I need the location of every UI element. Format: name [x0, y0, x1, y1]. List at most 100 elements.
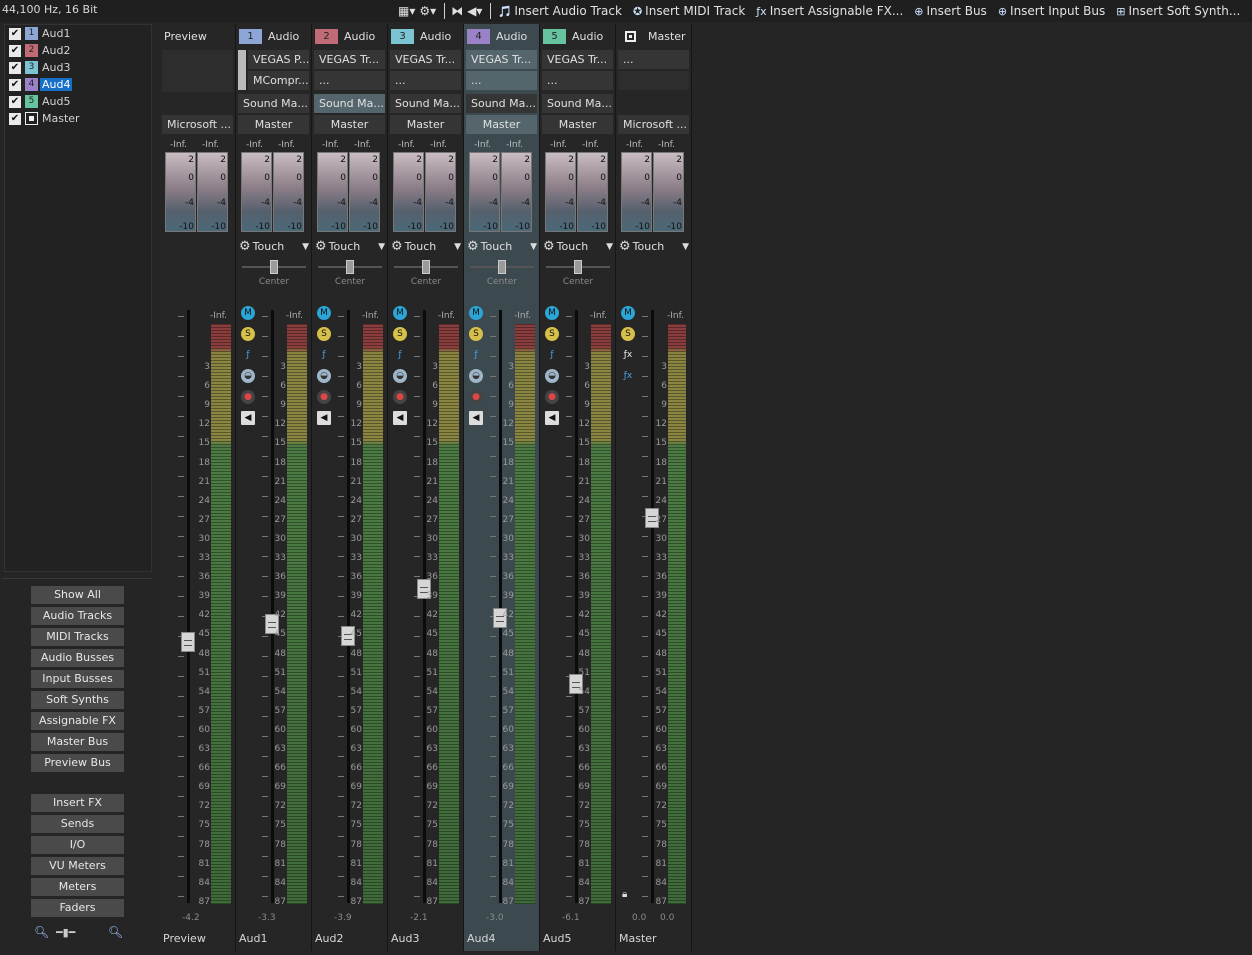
fx-bypass-icon[interactable]: ƒ	[317, 348, 331, 362]
pan-knob[interactable]	[498, 260, 506, 274]
track-list-item-aud5[interactable]: ✔ 5 Aud5	[5, 93, 151, 110]
zoom-control[interactable]: 🔍︎ ━▮━ 🔍︎	[34, 925, 126, 941]
pan-knob[interactable]	[574, 260, 582, 274]
view-button-faders[interactable]: Faders	[31, 899, 124, 917]
output-device-selector[interactable]: Master	[238, 115, 309, 134]
visibility-checkbox[interactable]: ✔	[9, 95, 21, 108]
toolbar-action-insert-soft-synth[interactable]: ⊞ Insert Soft Synth...	[1116, 4, 1240, 18]
pan-control[interactable]: Center	[242, 256, 306, 288]
show-button-input-busses[interactable]: Input Busses	[31, 670, 124, 688]
send-slot[interactable]: Sound Ma...	[542, 94, 613, 113]
fx-slot[interactable]: MCompr...	[248, 71, 309, 90]
pan-control[interactable]: Center	[318, 256, 382, 288]
output-device-selector[interactable]: Microsoft ...	[618, 115, 689, 134]
arm-record-icon[interactable]: ●	[545, 390, 559, 404]
channel-header[interactable]: Master	[618, 26, 690, 46]
automation-icon[interactable]: M	[317, 306, 331, 320]
automation-icon[interactable]: M	[393, 306, 407, 320]
mute-icon[interactable]: ◀	[393, 411, 407, 425]
automation-mode-selector[interactable]: ⚙ Touch ▼	[467, 236, 539, 256]
zoom-slider[interactable]: ━▮━	[56, 926, 75, 939]
channel-header[interactable]: 5 Audio	[542, 26, 614, 46]
toolbar-action-insert-midi-track[interactable]: ✪ Insert MIDI Track	[633, 4, 745, 18]
arm-record-icon[interactable]: ●	[317, 390, 331, 404]
output-device-selector[interactable]: Master	[466, 115, 537, 134]
fx-slot[interactable]: VEGAS Tr...	[466, 50, 537, 69]
automation-mode-selector[interactable]: ⚙ Touch ▼	[239, 236, 311, 256]
fx-slot-empty[interactable]	[618, 71, 689, 90]
pan-knob[interactable]	[422, 260, 430, 274]
mute-icon[interactable]: ◀	[469, 411, 483, 425]
automation-mode-selector[interactable]: ⚙ Touch ▼	[619, 236, 691, 256]
view-button-meters[interactable]: Meters	[31, 878, 124, 896]
phase-icon[interactable]: ◒	[393, 369, 407, 383]
output-device-selector[interactable]: Microsoft ...	[162, 115, 233, 134]
show-button-midi-tracks[interactable]: MIDI Tracks	[31, 628, 124, 646]
solo-icon[interactable]: S	[393, 327, 407, 341]
pan-control[interactable]: Center	[546, 256, 610, 288]
fx-slot-add[interactable]: ...	[390, 71, 461, 90]
show-button-soft-synths[interactable]: Soft Synths	[31, 691, 124, 709]
channel-header[interactable]: 4 Audio	[466, 26, 538, 46]
automation-icon[interactable]: M	[621, 306, 635, 320]
toolbar-action-insert-input-bus[interactable]: ⊕ Insert Input Bus	[998, 4, 1105, 18]
fx-chain-scrollbar[interactable]	[238, 50, 246, 90]
pan-control[interactable]: Center	[394, 256, 458, 288]
toolbar-action-insert-audio-track[interactable]: 🎵︎ Insert Audio Track	[497, 4, 622, 18]
automation-mode-selector[interactable]: ⚙ Touch ▼	[315, 236, 387, 256]
solo-icon[interactable]: S	[469, 327, 483, 341]
phase-icon[interactable]: ◒	[241, 369, 255, 383]
track-list-item-aud4[interactable]: ✔ 4 Aud4	[5, 76, 151, 93]
channel-header[interactable]: 1 Audio	[238, 26, 310, 46]
toolbar-action-insert-assignable-fx[interactable]: ƒx Insert Assignable FX...	[756, 4, 903, 18]
track-list-item-aud3[interactable]: ✔ 3 Aud3	[5, 59, 151, 76]
arm-record-icon[interactable]: ●	[393, 390, 407, 404]
arm-record-icon[interactable]: ●	[241, 390, 255, 404]
pan-control[interactable]: Center	[470, 256, 534, 288]
fx-slot[interactable]: VEGAS P...	[248, 50, 309, 69]
pan-knob[interactable]	[346, 260, 354, 274]
fx-slot[interactable]: VEGAS Tr...	[542, 50, 613, 69]
send-slot[interactable]: Sound Ma...	[238, 94, 309, 113]
fx-slot-empty[interactable]	[162, 50, 233, 92]
view-button-i-o[interactable]: I/O	[31, 836, 124, 854]
send-slot[interactable]: Sound Ma...	[466, 94, 537, 113]
arm-record-icon[interactable]: ●	[469, 390, 483, 404]
mute-icon[interactable]: ◀	[241, 411, 255, 425]
automation-mode-selector[interactable]: ⚙ Touch ▼	[543, 236, 615, 256]
solo-icon[interactable]: S	[241, 327, 255, 341]
track-list-item-aud2[interactable]: ✔ 2 Aud2	[5, 42, 151, 59]
automation-mode-selector[interactable]: ⚙ Touch ▼	[391, 236, 463, 256]
output-device-selector[interactable]: Master	[314, 115, 385, 134]
visibility-checkbox[interactable]: ✔	[9, 44, 21, 57]
solo-icon[interactable]: S	[621, 327, 635, 341]
gear-icon[interactable]: ⚙▾	[419, 4, 436, 18]
output-device-selector[interactable]: Master	[542, 115, 613, 134]
mute-icon[interactable]: ◀	[317, 411, 331, 425]
show-button-audio-tracks[interactable]: Audio Tracks	[31, 607, 124, 625]
dim-output-icon[interactable]: ◀▾	[467, 4, 482, 18]
mute-icon[interactable]: ◀	[545, 411, 559, 425]
view-button-sends[interactable]: Sends	[31, 815, 124, 833]
show-button-preview-bus[interactable]: Preview Bus	[31, 754, 124, 772]
visibility-checkbox[interactable]: ✔	[9, 61, 21, 74]
zoom-out-icon[interactable]: 🔍︎	[34, 925, 49, 939]
fx-slot-add[interactable]: ...	[542, 71, 613, 90]
phase-icon[interactable]: ◒	[545, 369, 559, 383]
automation-icon[interactable]: M	[241, 306, 255, 320]
send-slot[interactable]: Sound Ma...	[390, 94, 461, 113]
view-button-insert-fx[interactable]: Insert FX	[31, 794, 124, 812]
fx-bypass-icon[interactable]: ƒ	[241, 348, 255, 362]
channel-header[interactable]: 3 Audio	[390, 26, 462, 46]
layout-icon[interactable]: ▦▾	[398, 4, 415, 18]
view-button-vu-meters[interactable]: VU Meters	[31, 857, 124, 875]
channel-header[interactable]: 2 Audio	[314, 26, 386, 46]
show-button-assignable-fx[interactable]: Assignable FX	[31, 712, 124, 730]
automation-icon[interactable]: M	[469, 306, 483, 320]
pan-knob[interactable]	[270, 260, 278, 274]
fx-bypass-icon[interactable]: ƒ	[545, 348, 559, 362]
fx-slot-add[interactable]: ...	[314, 71, 385, 90]
show-button-show-all[interactable]: Show All	[31, 586, 124, 604]
visibility-checkbox[interactable]: ✔	[9, 78, 21, 91]
fx-slot[interactable]: VEGAS Tr...	[314, 50, 385, 69]
